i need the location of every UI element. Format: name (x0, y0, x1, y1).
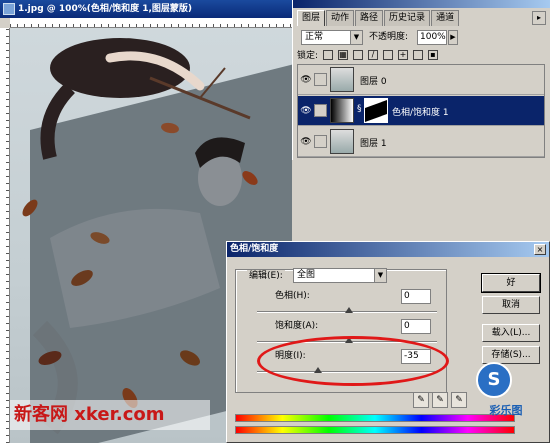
tab-paths[interactable]: 路径 (355, 10, 384, 26)
lightness-slider-knob[interactable] (314, 367, 322, 373)
edit-select[interactable]: 全图 ▼ (293, 268, 387, 283)
layer-mask-thumbnail[interactable] (364, 98, 388, 123)
document-title-bar[interactable]: 1.jpg @ 100%(色相/饱和度 1,图层蒙版) (0, 0, 292, 18)
palette-title-bar[interactable] (293, 0, 550, 8)
link-toggle[interactable] (314, 135, 327, 148)
photoshop-doc-icon (3, 3, 15, 15)
lock-transparency-checkbox[interactable] (323, 50, 333, 60)
palette-menu-button[interactable]: ▸ (532, 11, 546, 25)
layer-row-hue-saturation[interactable]: 👁 § 色相/饱和度 1 (298, 96, 544, 126)
opacity-field[interactable]: 100% (417, 30, 447, 45)
move-icon: + (398, 50, 408, 60)
layer-thumbnail (330, 67, 354, 92)
tab-actions[interactable]: 动作 (326, 10, 355, 26)
tab-history[interactable]: 历史记录 (384, 10, 431, 26)
saturation-input[interactable]: 0 (401, 319, 431, 334)
lock-label: 锁定: (297, 51, 319, 61)
layer-list: 👁 图层 0 👁 § 色相/饱和度 1 👁 图层 1 (297, 64, 545, 158)
close-icon[interactable]: × (534, 244, 546, 255)
adjustment-brush-toggle[interactable] (314, 104, 327, 117)
saturation-slider-knob[interactable] (345, 337, 353, 343)
lock-all-checkbox[interactable] (413, 50, 423, 60)
layer-row-layer1[interactable]: 👁 图层 1 (298, 127, 544, 157)
lock-icon: ▪ (428, 50, 438, 60)
eyedropper-plus-icon[interactable]: ✎ (432, 392, 448, 408)
layer-thumbnail (330, 129, 354, 154)
ok-button[interactable]: 好 (481, 273, 541, 293)
watermark-logo-text: 彩乐图 (489, 404, 523, 417)
hue-slider[interactable] (257, 307, 437, 313)
chevron-down-icon: ▼ (374, 269, 386, 282)
tab-channels[interactable]: 通道 (431, 10, 460, 26)
saturation-slider[interactable] (257, 337, 437, 343)
hue-slider-knob[interactable] (345, 307, 353, 313)
lightness-slider[interactable] (257, 367, 437, 373)
lock-transparency-icon: ▦ (338, 50, 348, 60)
lock-options: ▦ / + ▪ (323, 50, 443, 60)
blend-mode-select[interactable]: 正常 ▼ (301, 30, 363, 45)
blend-mode-value: 正常 (305, 32, 324, 42)
eyedropper-tools: ✎ ✎ ✎ (413, 392, 470, 408)
palette-tabs: 图层 动作 路径 历史记录 通道 (297, 10, 460, 26)
eye-icon[interactable]: 👁 (300, 74, 312, 86)
eyedropper-icon[interactable]: ✎ (413, 392, 429, 408)
watermark-xker: 新客网 xker.com (10, 400, 210, 430)
chain-link-icon[interactable]: § (357, 104, 362, 114)
layer-name: 图层 1 (360, 139, 387, 149)
hue-input[interactable]: 0 (401, 289, 431, 304)
dialog-title-bar[interactable]: 色相/饱和度 (227, 242, 549, 257)
layers-palette: 图层 动作 路径 历史记录 通道 ▸ 正常 ▼ 不透明度: 100% ▶ 锁定:… (292, 0, 550, 160)
load-button[interactable]: 载入(L)... (482, 324, 540, 342)
document-title: 1.jpg @ 100%(色相/饱和度 1,图层蒙版) (18, 4, 193, 14)
horizontal-ruler (10, 18, 292, 28)
vertical-ruler (0, 28, 10, 443)
lightness-input[interactable]: -35 (401, 349, 431, 364)
chevron-down-icon: ▼ (350, 31, 362, 44)
saturation-label: 饱和度(A): (275, 321, 319, 331)
edit-select-value: 全图 (297, 270, 316, 280)
brush-icon: / (368, 50, 378, 60)
lightness-label: 明度(I): (275, 351, 306, 361)
tab-layers[interactable]: 图层 (297, 10, 326, 26)
opacity-arrow-button[interactable]: ▶ (448, 30, 458, 45)
opacity-label: 不透明度: (369, 32, 409, 42)
link-toggle[interactable] (314, 73, 327, 86)
logo-s-icon: S (476, 362, 512, 398)
hue-label: 色相(H): (275, 291, 310, 301)
layer-name: 色相/饱和度 1 (392, 108, 449, 118)
eye-icon[interactable]: 👁 (300, 136, 312, 148)
dialog-title: 色相/饱和度 (230, 244, 279, 254)
cancel-button[interactable]: 取消 (482, 296, 540, 314)
layer-row-layer0[interactable]: 👁 图层 0 (298, 65, 544, 95)
adjustment-layer-thumbnail (330, 98, 354, 123)
eye-icon[interactable]: 👁 (300, 105, 312, 117)
layer-name: 图层 0 (360, 77, 387, 87)
lock-image-checkbox[interactable] (353, 50, 363, 60)
edit-label: 编辑(E): (247, 270, 285, 282)
watermark-logo: S 彩乐图 (464, 362, 548, 440)
lock-position-checkbox[interactable] (383, 50, 393, 60)
